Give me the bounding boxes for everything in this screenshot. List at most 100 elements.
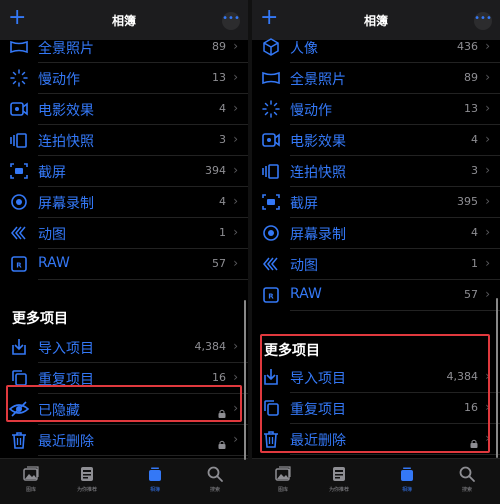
chevron-right-icon: › xyxy=(485,287,490,301)
album-row-panorama[interactable]: 全景照片 89 › xyxy=(252,63,500,94)
row-separator xyxy=(290,310,500,311)
chevron-right-icon: › xyxy=(233,70,238,84)
chevron-right-icon: › xyxy=(233,225,238,239)
chevron-right-icon: › xyxy=(233,39,238,53)
album-row-slow-motion[interactable]: 慢动作 13 › xyxy=(0,63,248,94)
album-label: 最近删除 xyxy=(38,434,94,450)
tab-search[interactable]: 搜索 xyxy=(442,465,492,493)
album-count: 89 xyxy=(464,71,478,84)
search-icon xyxy=(206,465,224,483)
album-row-screenshot[interactable]: 截屏 394 › xyxy=(0,156,248,187)
chevron-right-icon: › xyxy=(233,339,238,353)
album-row-raw[interactable]: R RAW 57 › xyxy=(252,280,500,311)
album-row-slow-motion[interactable]: 慢动作 13 › xyxy=(252,94,500,125)
album-row-screenshot[interactable]: 截屏 395 › xyxy=(252,187,500,218)
album-count: 13 xyxy=(212,71,226,84)
chevron-right-icon: › xyxy=(485,225,490,239)
more-options-icon[interactable]: ••• xyxy=(222,12,240,30)
chevron-right-icon: › xyxy=(485,132,490,146)
tab-bar: 图库 为你推荐 相簿 搜索 xyxy=(252,458,500,504)
album-row-burst[interactable]: 连拍快照 3 › xyxy=(0,125,248,156)
portrait-icon xyxy=(260,37,282,57)
album-row-animated[interactable]: 动图 1 › xyxy=(0,218,248,249)
animated-icon xyxy=(8,223,30,243)
tab-library[interactable]: 图库 xyxy=(258,465,308,493)
slow-motion-icon xyxy=(260,99,282,119)
tab-library[interactable]: 图库 xyxy=(6,465,56,493)
album-row-burst[interactable]: 连拍快照 3 › xyxy=(252,156,500,187)
album-count: 89 xyxy=(212,40,226,53)
album-row-cinematic[interactable]: 电影效果 4 › xyxy=(0,94,248,125)
tab-label: 搜索 xyxy=(461,487,472,493)
album-label: 屏幕录制 xyxy=(38,196,94,212)
album-label: 全景照片 xyxy=(38,41,94,57)
chevron-right-icon: › xyxy=(233,132,238,146)
tab-bar: 图库 为你推荐 相簿 搜索 xyxy=(0,458,248,504)
tab-label: 为你推荐 xyxy=(328,487,349,493)
slow-motion-icon xyxy=(8,68,30,88)
tab-for-you[interactable]: 为你推荐 xyxy=(314,465,364,493)
album-label: 全景照片 xyxy=(290,72,346,88)
screenshot-icon xyxy=(260,192,282,212)
right-albums-screen: + 相簿 ••• 人像 436 › 全景照片 89 › 慢动作 13 › 电影效果 4 › 连拍快照 3 › 截屏 3… xyxy=(252,0,500,504)
left-albums-screen: + 相簿 ••• 全景照片 89 › 慢动作 13 › 电影效果 4 › 连拍快照 3 › 截屏 394 › 屏幕录… xyxy=(0,0,248,504)
raw-icon: R xyxy=(8,254,30,274)
album-count: 13 xyxy=(464,102,478,115)
album-row-trash[interactable]: 最近删除 › xyxy=(0,425,248,456)
more-options-icon[interactable]: ••• xyxy=(474,12,492,30)
cinematic-icon xyxy=(8,99,30,119)
highlight-box xyxy=(6,385,242,422)
screenshot-icon xyxy=(8,161,30,181)
album-label: RAW xyxy=(38,255,70,271)
svg-text:R: R xyxy=(268,293,274,301)
album-count: 3 xyxy=(219,133,226,146)
album-count: 16 xyxy=(212,371,226,384)
album-label: 连拍快照 xyxy=(290,165,346,181)
albums-icon xyxy=(398,465,416,483)
album-row-screen-recording[interactable]: 屏幕录制 4 › xyxy=(0,187,248,218)
scrollbar[interactable] xyxy=(496,298,498,458)
tab-for-you[interactable]: 为你推荐 xyxy=(62,465,112,493)
tab-albums[interactable]: 相簿 xyxy=(382,465,432,493)
chevron-right-icon: › xyxy=(233,256,238,270)
highlight-box xyxy=(260,334,490,453)
album-label: 电影效果 xyxy=(290,134,346,150)
cinematic-icon xyxy=(260,130,282,150)
album-label: 人像 xyxy=(290,41,318,57)
chevron-right-icon: › xyxy=(233,101,238,115)
album-label: 截屏 xyxy=(38,165,66,181)
library-icon xyxy=(22,465,40,483)
album-label: 动图 xyxy=(290,258,318,274)
album-label: 连拍快照 xyxy=(38,134,94,150)
album-count: 4 xyxy=(219,195,226,208)
album-label: 慢动作 xyxy=(290,103,332,119)
album-count: 395 xyxy=(457,195,478,208)
album-label: 屏幕录制 xyxy=(290,227,346,243)
album-row-screen-recording[interactable]: 屏幕录制 4 › xyxy=(252,218,500,249)
page-title: 相簿 xyxy=(111,14,136,28)
album-count: 1 xyxy=(471,257,478,270)
burst-icon xyxy=(260,161,282,181)
chevron-right-icon: › xyxy=(485,194,490,208)
page-title: 相簿 xyxy=(363,14,388,28)
album-label: 导入项目 xyxy=(38,341,94,357)
album-row-raw[interactable]: R RAW 57 › xyxy=(0,249,248,280)
album-count: 4,384 xyxy=(194,340,227,353)
search-icon xyxy=(458,465,476,483)
chevron-right-icon: › xyxy=(233,370,238,384)
album-row-cinematic[interactable]: 电影效果 4 › xyxy=(252,125,500,156)
tab-albums[interactable]: 相簿 xyxy=(130,465,180,493)
album-row-import[interactable]: 导入项目 4,384 › xyxy=(0,332,248,363)
chevron-right-icon: › xyxy=(233,432,238,446)
album-row-panorama[interactable]: 全景照片 89 › xyxy=(0,32,248,63)
animated-icon xyxy=(260,254,282,274)
tab-search[interactable]: 搜索 xyxy=(190,465,240,493)
row-separator xyxy=(290,454,500,455)
album-row-animated[interactable]: 动图 1 › xyxy=(252,249,500,280)
tab-label: 相簿 xyxy=(401,487,412,493)
album-row-portrait[interactable]: 人像 436 › xyxy=(252,32,500,63)
raw-icon: R xyxy=(260,285,282,305)
album-label: 慢动作 xyxy=(38,72,80,88)
scrollbar[interactable] xyxy=(244,300,246,460)
album-count: 436 xyxy=(457,40,478,53)
